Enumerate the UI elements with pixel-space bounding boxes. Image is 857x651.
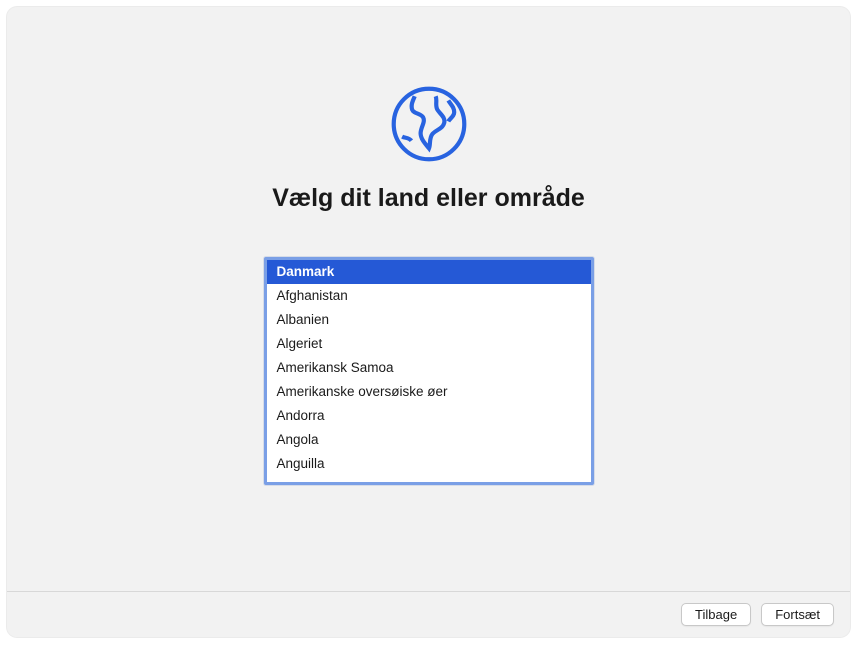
footer-bar: Tilbage Fortsæt bbox=[7, 591, 850, 637]
country-item[interactable]: Albanien bbox=[267, 308, 591, 332]
country-list[interactable]: DanmarkAfghanistanAlbanienAlgerietAmerik… bbox=[264, 257, 594, 485]
country-item[interactable]: Afghanistan bbox=[267, 284, 591, 308]
country-item[interactable]: Danmark bbox=[267, 260, 591, 284]
page-title: Vælg dit land eller område bbox=[272, 184, 585, 213]
country-item[interactable]: Algeriet bbox=[267, 332, 591, 356]
main-content: Vælg dit land eller område DanmarkAfghan… bbox=[7, 7, 850, 591]
country-item[interactable]: Angola bbox=[267, 428, 591, 452]
globe-icon bbox=[387, 82, 471, 166]
country-item[interactable]: Antarktis bbox=[267, 476, 591, 485]
country-item[interactable]: Andorra bbox=[267, 404, 591, 428]
country-item[interactable]: Amerikansk Samoa bbox=[267, 356, 591, 380]
continue-button[interactable]: Fortsæt bbox=[761, 603, 834, 626]
country-item[interactable]: Amerikanske oversøiske øer bbox=[267, 380, 591, 404]
setup-window: Vælg dit land eller område DanmarkAfghan… bbox=[7, 7, 850, 637]
back-button[interactable]: Tilbage bbox=[681, 603, 751, 626]
country-item[interactable]: Anguilla bbox=[267, 452, 591, 476]
